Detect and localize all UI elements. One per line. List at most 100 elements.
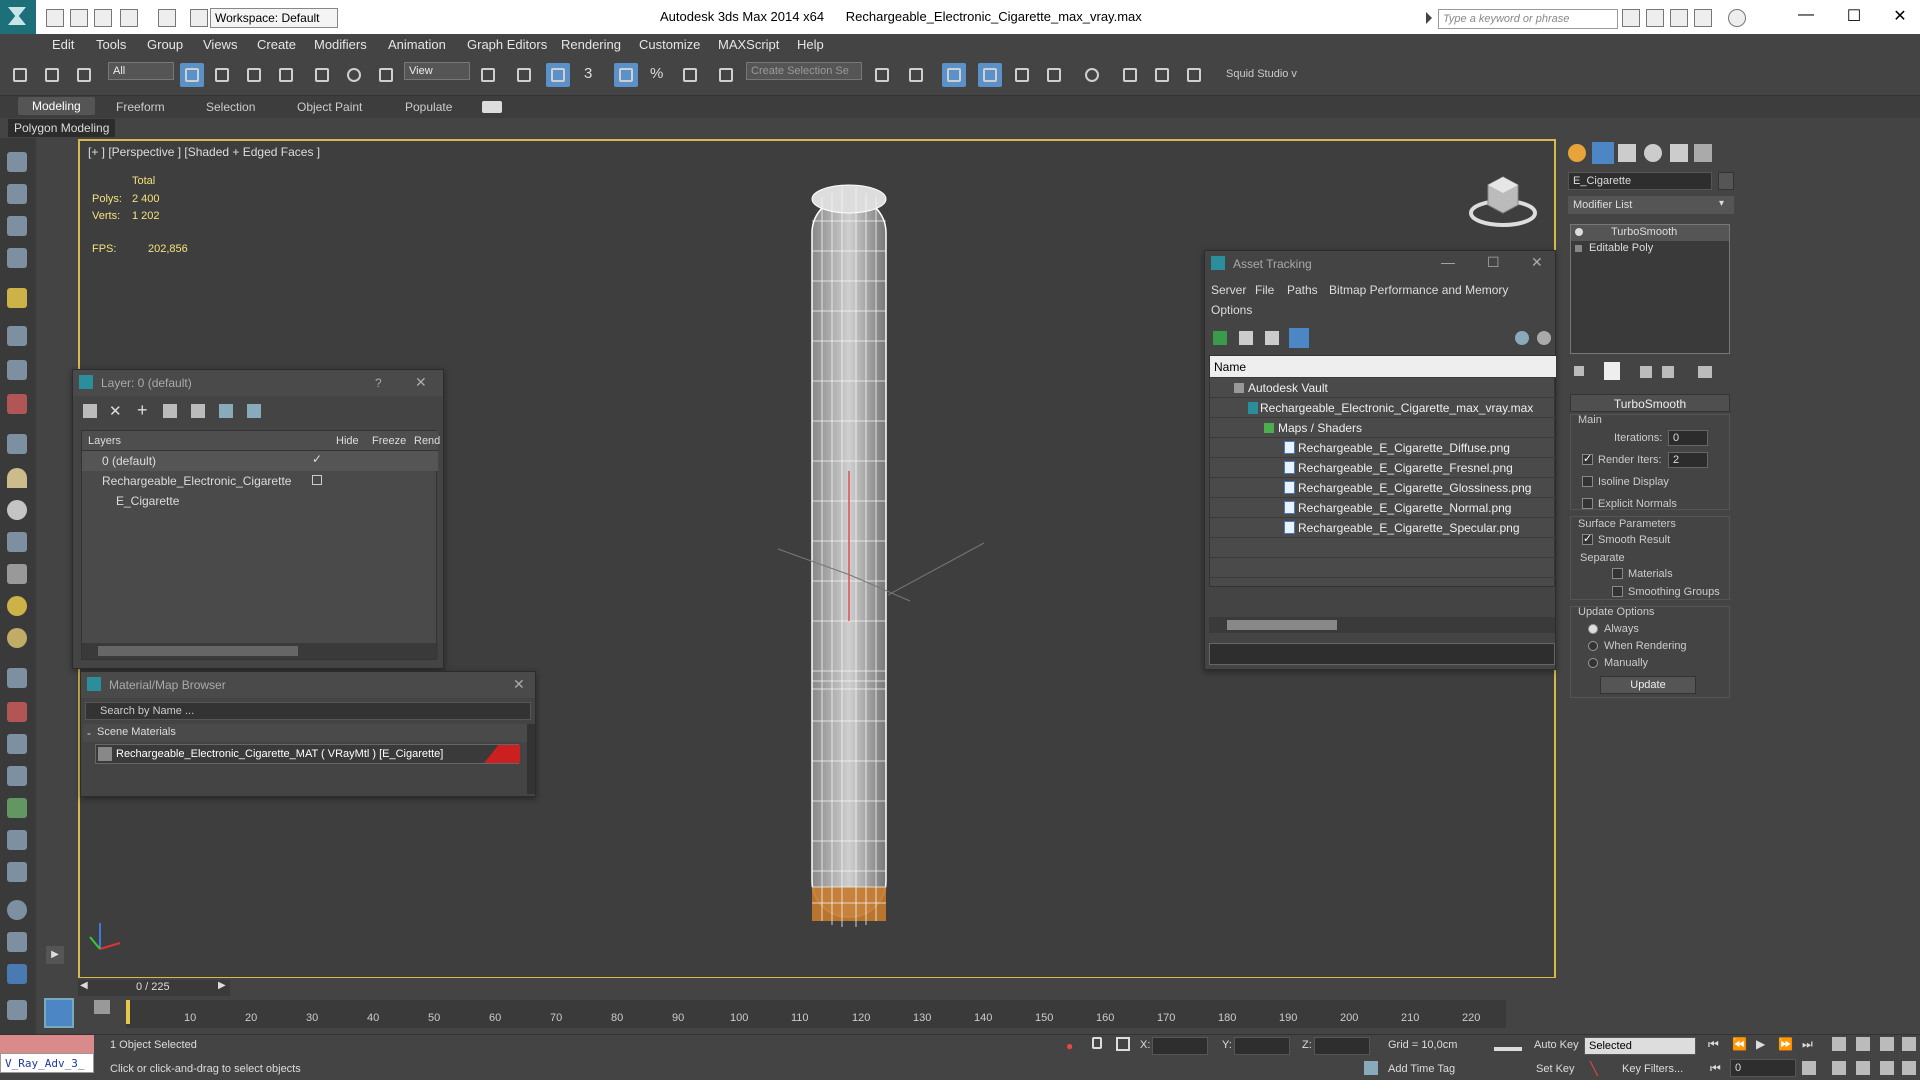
asset-tracking-titlebar[interactable]: Asset Tracking — ☐ ✕ bbox=[1205, 251, 1555, 277]
menu-edit[interactable]: Edit bbox=[52, 37, 74, 52]
tab-freeform[interactable]: Freeform bbox=[116, 100, 165, 114]
transform-gizmo-icon[interactable] bbox=[770, 531, 990, 611]
asset-list-header[interactable]: Name bbox=[1210, 356, 1556, 378]
communication-icon[interactable] bbox=[1670, 9, 1688, 27]
tab-populate[interactable]: Populate bbox=[405, 100, 452, 114]
remove-modifier-icon[interactable] bbox=[1662, 366, 1674, 378]
squid-studio-label[interactable]: Squid Studio v bbox=[1226, 68, 1297, 80]
time-tag-icon[interactable] bbox=[1364, 1061, 1378, 1075]
auto-key-button[interactable]: Auto Key bbox=[1534, 1039, 1579, 1051]
previous-frame-icon[interactable]: ⏪ bbox=[1732, 1037, 1747, 1051]
menu-animation[interactable]: Animation bbox=[388, 37, 446, 52]
reference-coordinate-dropdown[interactable]: View bbox=[404, 62, 470, 80]
ribbon-toggle-icon[interactable] bbox=[978, 63, 1002, 87]
box-icon[interactable] bbox=[7, 184, 27, 204]
select-objects-icon[interactable] bbox=[163, 404, 177, 418]
zoom-extents-all-icon[interactable] bbox=[1902, 1037, 1916, 1051]
cone-icon[interactable] bbox=[7, 564, 27, 584]
sphere-icon[interactable] bbox=[7, 500, 27, 520]
tree-view-icon[interactable] bbox=[1265, 331, 1279, 345]
close-icon[interactable]: ✕ bbox=[1880, 6, 1920, 26]
refresh-icon[interactable] bbox=[1213, 331, 1227, 345]
trash-icon[interactable] bbox=[7, 1000, 27, 1020]
asset-row[interactable]: Autodesk Vault bbox=[1210, 378, 1556, 398]
menu-create[interactable]: Create bbox=[257, 37, 296, 52]
asset-row[interactable]: Rechargeable_E_Cigarette_Specular.png bbox=[1210, 518, 1556, 538]
sun-icon[interactable] bbox=[7, 596, 27, 616]
maximize-viewport-icon[interactable] bbox=[1902, 1061, 1916, 1075]
maxscript-listener[interactable]: V_Ray_Adv_3_ bbox=[0, 1053, 94, 1073]
snaps-toggle-icon[interactable]: 3 bbox=[580, 63, 604, 87]
layer-row[interactable]: E_Cigarette bbox=[82, 491, 438, 511]
explicit-normals-checkbox[interactable] bbox=[1582, 498, 1593, 509]
teapot-icon[interactable] bbox=[7, 152, 27, 172]
time-configuration-icon[interactable] bbox=[1802, 1061, 1816, 1075]
pin-stack-icon[interactable] bbox=[1574, 366, 1584, 376]
redo-icon[interactable] bbox=[158, 9, 176, 27]
select-object-icon[interactable] bbox=[180, 63, 204, 87]
asset-menu-server[interactable]: Server bbox=[1211, 283, 1246, 297]
layer-window-close-icon[interactable]: ✕ bbox=[415, 374, 427, 391]
help-button[interactable]: ? bbox=[375, 376, 382, 390]
zoom-extents-icon[interactable] bbox=[1880, 1037, 1894, 1051]
column-hide[interactable]: Hide bbox=[336, 435, 359, 447]
undo-icon[interactable] bbox=[120, 9, 138, 27]
ribbon-options-icon[interactable] bbox=[482, 101, 502, 113]
angle-snap-icon[interactable] bbox=[614, 63, 638, 87]
asset-scrollbar-thumb[interactable] bbox=[1227, 620, 1337, 630]
add-to-layer-icon[interactable]: + bbox=[137, 400, 148, 421]
asset-maximize-icon[interactable]: ☐ bbox=[1487, 254, 1500, 271]
render-iters-spinner[interactable]: 2 bbox=[1668, 452, 1708, 468]
render-icon[interactable] bbox=[7, 964, 27, 984]
isolate-selection-icon[interactable]: ● bbox=[1066, 1039, 1073, 1053]
menu-modifiers[interactable]: Modifiers bbox=[314, 37, 367, 52]
show-end-result-icon[interactable] bbox=[1604, 362, 1620, 380]
keyboard-shortcut-override-icon[interactable] bbox=[546, 63, 570, 87]
spinner-snap-icon[interactable] bbox=[678, 63, 702, 87]
align-icon[interactable] bbox=[904, 63, 928, 87]
key-filters-button[interactable]: Key Filters... bbox=[1622, 1063, 1683, 1075]
set-key-icon[interactable]: ╲ bbox=[1590, 1061, 1598, 1077]
asset-row[interactable]: Rechargeable_Electronic_Cigarette_max_vr… bbox=[1210, 398, 1556, 418]
material-map-browser[interactable]: Material/Map Browser ✕ Search by Name ..… bbox=[80, 671, 536, 797]
object-color-swatch[interactable] bbox=[1718, 172, 1734, 190]
hide-all-icon[interactable] bbox=[219, 404, 233, 418]
search-input[interactable]: Type a keyword or phrase bbox=[1438, 9, 1618, 29]
bind-space-warp-icon[interactable] bbox=[72, 63, 96, 87]
asset-list-scrollbar[interactable] bbox=[1209, 617, 1555, 633]
make-unique-icon[interactable] bbox=[1640, 366, 1652, 378]
helper-icon[interactable] bbox=[7, 326, 27, 346]
binoculars-icon[interactable] bbox=[1622, 9, 1640, 27]
tab-modeling[interactable]: Modeling bbox=[18, 97, 95, 115]
project-folder-icon[interactable] bbox=[190, 9, 208, 27]
light-bulb-icon[interactable] bbox=[7, 288, 27, 308]
layer-explorer-icon[interactable] bbox=[942, 63, 966, 87]
app-logo-icon[interactable] bbox=[0, 0, 36, 34]
bulb-icon[interactable] bbox=[1575, 228, 1583, 236]
layer-explorer-window[interactable]: Layer: 0 (default) ? ✕ ✕ + Layers Hide F… bbox=[72, 369, 444, 669]
configure-sets-icon[interactable] bbox=[1698, 366, 1712, 378]
smooth-result-checkbox[interactable] bbox=[1582, 532, 1593, 545]
play-icon[interactable]: ▶ bbox=[1756, 1037, 1765, 1051]
mirror-icon[interactable] bbox=[870, 63, 894, 87]
list-icon[interactable] bbox=[7, 216, 27, 236]
scrollbar-thumb[interactable] bbox=[98, 646, 298, 656]
particles-icon[interactable] bbox=[7, 668, 27, 688]
table-view-icon[interactable] bbox=[1289, 328, 1309, 348]
favorites-star-icon[interactable] bbox=[1694, 9, 1712, 27]
asset-menu-paths[interactable]: Paths bbox=[1287, 283, 1318, 297]
minimize-icon[interactable]: — bbox=[1786, 6, 1826, 24]
asset-path-field[interactable] bbox=[1209, 643, 1555, 665]
rig-icon[interactable] bbox=[7, 394, 27, 414]
tab-selection[interactable]: Selection bbox=[206, 100, 255, 114]
window-crossing-icon[interactable] bbox=[274, 63, 298, 87]
asset-close-icon[interactable]: ✕ bbox=[1531, 254, 1543, 271]
camera-icon[interactable] bbox=[7, 932, 27, 952]
asset-menu-options[interactable]: Options bbox=[1211, 303, 1252, 317]
viewcube-icon[interactable] bbox=[1468, 167, 1538, 231]
material-search-input[interactable]: Search by Name ... bbox=[85, 702, 531, 720]
maximize-icon[interactable]: ☐ bbox=[1834, 6, 1874, 26]
material-browser-close-icon[interactable]: ✕ bbox=[513, 676, 525, 693]
expand-icon[interactable] bbox=[1575, 245, 1582, 252]
viewport-label[interactable]: [+ ] [Perspective ] [Shaded + Edged Face… bbox=[88, 145, 320, 159]
